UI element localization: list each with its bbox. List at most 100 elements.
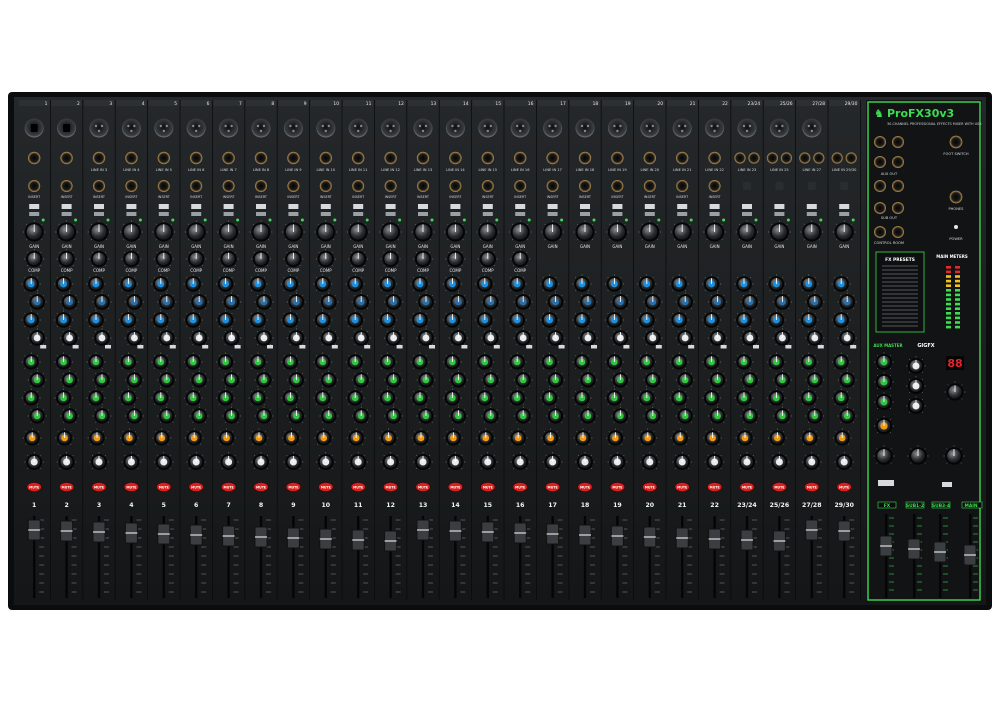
insert-jack[interactable]	[743, 182, 751, 190]
phantom-switch[interactable]	[644, 204, 655, 209]
mute-button[interactable]: MUTE	[59, 482, 75, 492]
xlr-input-jack[interactable]	[413, 118, 433, 138]
mute-button[interactable]: MUTE	[674, 482, 690, 492]
mute-button[interactable]: MUTE	[739, 482, 755, 492]
mute-button[interactable]: MUTE	[26, 482, 42, 492]
low-cut-switch[interactable]	[450, 212, 461, 216]
xlr-input-jack[interactable]	[121, 118, 141, 138]
xlr-input-jack[interactable]	[381, 118, 401, 138]
mute-button[interactable]: MUTE	[188, 482, 204, 492]
phantom-switch[interactable]	[450, 204, 461, 209]
insert-jack[interactable]	[514, 180, 527, 192]
low-cut-switch[interactable]	[515, 212, 526, 216]
insert-jack[interactable]	[643, 180, 656, 192]
low-cut-switch[interactable]	[644, 212, 655, 216]
xlr-input-jack[interactable]	[251, 118, 271, 138]
phantom-switch[interactable]	[515, 204, 526, 209]
phantom-switch[interactable]	[288, 204, 299, 209]
mute-button[interactable]: MUTE	[707, 482, 723, 492]
xlr-input-jack[interactable]	[316, 118, 336, 138]
phantom-switch[interactable]	[158, 204, 169, 209]
low-cut-switch[interactable]	[482, 212, 493, 216]
source-button[interactable]	[878, 480, 894, 486]
mute-button[interactable]: MUTE	[804, 482, 820, 492]
insert-jack[interactable]	[93, 180, 105, 192]
line-input-jack[interactable]	[222, 151, 235, 165]
insert-jack[interactable]	[157, 180, 170, 192]
eq-switch[interactable]	[169, 345, 176, 349]
xlr-input-jack[interactable]	[154, 118, 174, 138]
eq-switch[interactable]	[299, 345, 306, 349]
mute-button[interactable]: MUTE	[221, 482, 237, 492]
output-jack[interactable]	[874, 180, 886, 192]
line-input-jack[interactable]	[319, 151, 332, 165]
low-cut-switch[interactable]	[677, 212, 688, 216]
output-jack[interactable]	[874, 202, 886, 214]
line-input-jack[interactable]	[190, 151, 203, 165]
mute-button[interactable]: MUTE	[91, 482, 107, 492]
insert-jack[interactable]	[611, 180, 624, 192]
eq-switch[interactable]	[526, 345, 533, 349]
eq-switch[interactable]	[105, 345, 111, 349]
mute-button[interactable]: MUTE	[447, 482, 463, 492]
low-cut-switch[interactable]	[191, 212, 202, 216]
line-input-jack[interactable]	[643, 151, 656, 165]
mute-button[interactable]: MUTE	[545, 482, 561, 492]
mute-button[interactable]: MUTE	[156, 482, 172, 492]
eq-switch[interactable]	[40, 345, 47, 349]
output-jack[interactable]	[874, 156, 886, 168]
low-cut-switch[interactable]	[158, 212, 169, 216]
phantom-switch[interactable]	[320, 204, 331, 209]
output-jack[interactable]	[874, 226, 886, 238]
break-button[interactable]	[942, 482, 952, 487]
eq-switch[interactable]	[202, 345, 209, 349]
phantom-switch[interactable]	[580, 204, 590, 209]
mute-button[interactable]: MUTE	[383, 482, 399, 492]
xlr-input-jack[interactable]	[24, 118, 44, 138]
insert-jack[interactable]	[287, 180, 300, 192]
insert-jack[interactable]	[775, 182, 784, 190]
output-jack[interactable]	[892, 226, 904, 238]
line-input-jack[interactable]	[384, 151, 397, 165]
eq-switch[interactable]	[720, 345, 727, 349]
mute-button[interactable]: MUTE	[609, 482, 625, 492]
mute-button[interactable]: MUTE	[577, 482, 593, 492]
insert-jack[interactable]	[384, 180, 397, 192]
xlr-input-jack[interactable]	[769, 118, 789, 138]
low-cut-switch[interactable]	[709, 212, 720, 216]
eq-switch[interactable]	[850, 345, 857, 349]
mute-button[interactable]: MUTE	[771, 482, 787, 492]
phantom-switch[interactable]	[839, 204, 850, 209]
eq-switch[interactable]	[493, 345, 500, 349]
output-jack[interactable]	[892, 136, 904, 148]
xlr-input-jack[interactable]	[445, 118, 465, 138]
mute-button[interactable]: MUTE	[350, 482, 366, 492]
output-jack[interactable]	[892, 156, 904, 168]
low-cut-switch[interactable]	[580, 212, 590, 216]
insert-jack[interactable]	[449, 180, 462, 192]
low-cut-switch[interactable]	[418, 212, 428, 216]
phantom-switch[interactable]	[29, 204, 40, 209]
insert-jack[interactable]	[319, 180, 332, 192]
xlr-input-jack[interactable]	[705, 118, 725, 138]
insert-jack[interactable]	[255, 180, 267, 192]
insert-jack[interactable]	[352, 180, 365, 192]
xlr-input-jack[interactable]	[510, 118, 530, 138]
low-cut-switch[interactable]	[547, 212, 558, 216]
line-input-jack[interactable]	[28, 151, 41, 165]
eq-switch[interactable]	[785, 345, 792, 349]
low-cut-switch[interactable]	[288, 212, 299, 216]
line-input-jack[interactable]	[676, 151, 689, 165]
foot-switch-jack[interactable]	[949, 135, 963, 149]
phantom-switch[interactable]	[385, 204, 396, 209]
insert-jack[interactable]	[125, 180, 138, 192]
low-cut-switch[interactable]	[61, 212, 72, 216]
eq-switch[interactable]	[688, 345, 695, 349]
line-input-jack[interactable]	[254, 151, 268, 165]
low-cut-switch[interactable]	[385, 212, 396, 216]
xlr-input-jack[interactable]	[348, 118, 368, 138]
phantom-switch[interactable]	[418, 204, 428, 209]
insert-jack[interactable]	[840, 182, 849, 190]
xlr-input-jack[interactable]	[186, 118, 206, 138]
output-jack[interactable]	[892, 202, 904, 214]
